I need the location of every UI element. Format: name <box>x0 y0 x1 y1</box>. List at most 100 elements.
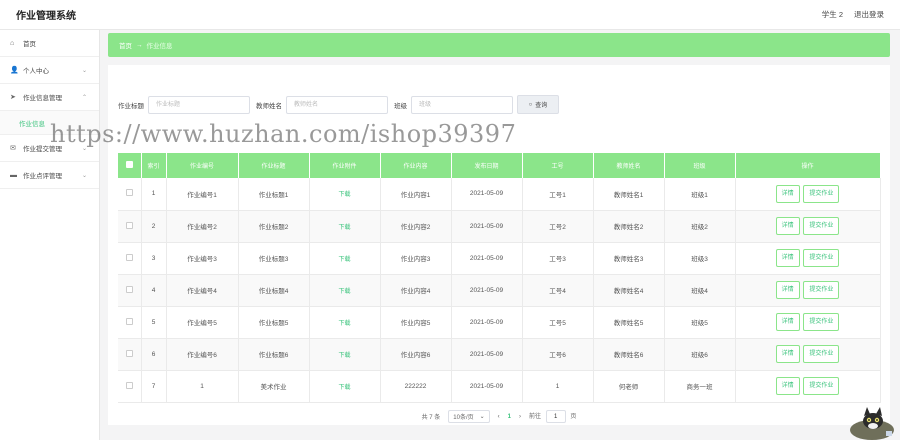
cell-index: 1 <box>141 178 167 211</box>
download-link[interactable]: 下载 <box>338 289 350 295</box>
cell-job-number: 工号6 <box>522 338 594 371</box>
detail-button[interactable]: 详情 <box>775 217 800 235</box>
page-size-select[interactable]: 10条/页 ⌄ <box>448 410 490 423</box>
cell-job-number: 工号2 <box>522 210 594 243</box>
cell-title: 作业标题5 <box>238 306 310 339</box>
cell-teacher: 教师姓名4 <box>593 274 665 307</box>
cell-title: 作业标题3 <box>238 242 310 275</box>
pagination: 共 7 条 10条/页 ⌄ ‹ 1 › 前往 1 页 <box>108 410 890 423</box>
row-checkbox-cell[interactable] <box>118 242 142 275</box>
detail-button[interactable]: 详情 <box>775 281 800 299</box>
row-checkbox[interactable] <box>125 317 133 325</box>
row-checkbox[interactable] <box>125 253 133 261</box>
breadcrumb-separator: → <box>136 41 143 49</box>
table-row: 3 作业编号3 作业标题3 下载 作业内容3 2021-05-09 工号3 教师… <box>118 242 881 275</box>
column-header: 作业内容 <box>380 153 452 178</box>
detail-button[interactable]: 详情 <box>775 184 800 203</box>
row-checkbox[interactable] <box>125 221 133 229</box>
mail-icon: ✉ <box>10 145 16 152</box>
chevron-down-icon: ⌄ <box>81 67 87 74</box>
table-row: 6 作业编号6 作业标题6 下载 作业内容6 2021-05-09 工号6 教师… <box>118 338 881 371</box>
cell-title: 作业标题6 <box>238 338 310 371</box>
breadcrumb-home[interactable]: 首页 <box>119 40 132 50</box>
cell-actions: 详情 提交作业 <box>735 274 881 307</box>
cell-title: 作业标题2 <box>238 210 310 243</box>
row-checkbox[interactable] <box>125 381 133 389</box>
cell-class: 班级3 <box>664 242 736 275</box>
download-link[interactable]: 下载 <box>338 192 350 198</box>
select-all-checkbox[interactable] <box>125 161 133 168</box>
submit-homework-button[interactable]: 提交作业 <box>803 249 840 267</box>
row-checkbox-cell[interactable] <box>118 210 142 243</box>
row-checkbox-cell[interactable] <box>118 370 142 403</box>
class-input[interactable] <box>411 95 513 114</box>
sidebar-item-profile[interactable]: 👤 个人中心 ⌄ <box>0 57 99 84</box>
column-header: 工号 <box>522 153 594 178</box>
row-checkbox-cell[interactable] <box>118 274 142 307</box>
sidebar-item-home[interactable]: ⌂ 首页 <box>0 30 99 57</box>
page-number[interactable]: 1 <box>508 414 511 420</box>
next-page-button[interactable]: › <box>519 414 521 420</box>
cell-content: 作业内容4 <box>380 274 452 307</box>
prev-page-button[interactable]: ‹ <box>498 414 500 420</box>
cell-code: 作业编号1 <box>166 178 239 211</box>
logout-link[interactable]: 退出登录 <box>854 9 884 20</box>
submit-homework-button[interactable]: 提交作业 <box>803 281 840 299</box>
submit-homework-button[interactable]: 提交作业 <box>803 184 840 203</box>
row-checkbox[interactable] <box>125 285 133 293</box>
search-button[interactable]: ○ 查询 <box>517 95 559 114</box>
home-icon: ⌂ <box>10 39 15 47</box>
detail-button[interactable]: 详情 <box>775 313 800 331</box>
detail-button[interactable]: 详情 <box>775 377 800 395</box>
column-header: 索引 <box>141 153 167 178</box>
chevron-down-icon: ⌄ <box>81 172 87 179</box>
search-button-label: 查询 <box>535 103 548 109</box>
cell-actions: 详情 提交作业 <box>735 242 881 275</box>
cell-job-number: 工号1 <box>522 178 594 211</box>
submit-homework-button[interactable]: 提交作业 <box>803 377 840 395</box>
detail-button[interactable]: 详情 <box>775 249 800 267</box>
download-link[interactable]: 下载 <box>338 225 350 231</box>
cell-teacher: 教师姓名3 <box>593 242 665 275</box>
detail-button[interactable]: 详情 <box>775 345 800 363</box>
submit-homework-button[interactable]: 提交作业 <box>803 345 840 363</box>
title-input[interactable] <box>148 95 250 114</box>
user-name[interactable]: 学生 2 <box>822 9 843 20</box>
download-link[interactable]: 下载 <box>338 385 350 391</box>
cell-content: 作业内容6 <box>380 338 452 371</box>
goto-label: 前往 <box>529 414 542 420</box>
cell-index: 6 <box>141 338 167 371</box>
sidebar-item-label: 首页 <box>23 41 36 48</box>
row-checkbox-cell[interactable] <box>118 178 142 211</box>
cell-teacher: 教师姓名5 <box>593 306 665 339</box>
cell-content: 作业内容2 <box>380 210 452 243</box>
row-checkbox-cell[interactable] <box>118 306 142 339</box>
submit-homework-button[interactable]: 提交作业 <box>803 217 840 235</box>
row-checkbox[interactable] <box>125 349 133 357</box>
cell-content: 作业内容3 <box>380 242 452 275</box>
teacher-input[interactable] <box>286 95 388 114</box>
row-checkbox-cell[interactable] <box>118 338 142 371</box>
app-title: 作业管理系统 <box>16 11 76 22</box>
cell-date: 2021-05-09 <box>451 370 523 403</box>
cell-attachment: 下载 <box>309 338 381 371</box>
cell-content: 222222 <box>380 370 452 403</box>
cell-class: 班级6 <box>664 338 736 371</box>
cell-attachment: 下载 <box>309 178 381 211</box>
sidebar-item-review-manage[interactable]: ▬ 作业点评管理 ⌄ <box>0 162 99 189</box>
cell-teacher: 教师姓名2 <box>593 210 665 243</box>
download-link[interactable]: 下载 <box>338 353 350 359</box>
submit-homework-button[interactable]: 提交作业 <box>803 313 840 331</box>
select-all-header[interactable] <box>118 153 142 178</box>
download-link[interactable]: 下载 <box>338 257 350 263</box>
watermark-text: https://www.huzhan.com/ishop39397 <box>50 120 517 148</box>
cell-date: 2021-05-09 <box>451 338 523 371</box>
goto-page-input[interactable]: 1 <box>545 410 566 423</box>
monitor-icon: ▬ <box>10 171 17 179</box>
cell-content: 作业内容1 <box>380 178 452 211</box>
chevron-down-icon: ⌄ <box>479 414 485 420</box>
cell-date: 2021-05-09 <box>451 178 523 211</box>
sidebar-item-homework-manage[interactable]: ➤ 作业信息管理 ⌃ <box>0 84 99 111</box>
row-checkbox[interactable] <box>125 189 133 197</box>
download-link[interactable]: 下载 <box>338 321 350 327</box>
